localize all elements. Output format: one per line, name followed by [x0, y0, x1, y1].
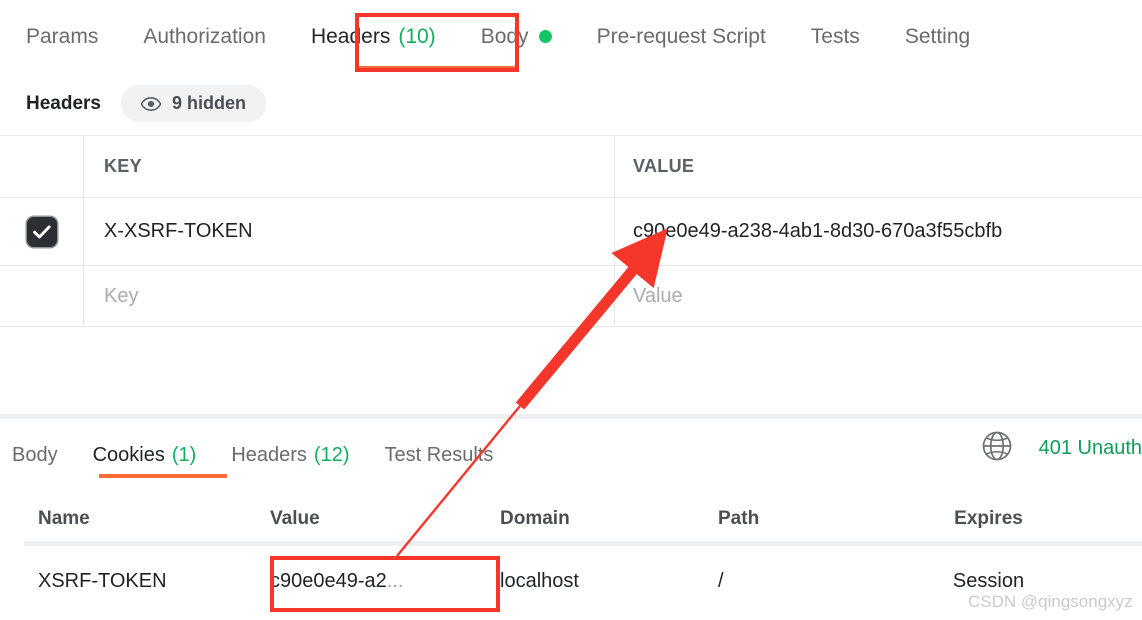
header-key-cell[interactable]: X-XSRF-TOKEN [84, 198, 615, 265]
cookie-expires-value: Session [952, 569, 1025, 592]
response-tab-test-results-label: Test Results [384, 444, 494, 466]
cookie-name-value: XSRF-TOKEN [38, 569, 167, 592]
cookie-path-value: / [718, 569, 724, 592]
headers-select-all-cell [0, 136, 84, 197]
cookies-column-value: Value [240, 508, 480, 530]
response-tab-test-results[interactable]: Test Results [385, 445, 494, 465]
response-tab-headers[interactable]: Headers (12) [231, 445, 349, 465]
header-value-cell[interactable]: c90e0e49-a238-4ab1-8d30-670a3f55cbfb [615, 198, 1142, 265]
new-header-key-input[interactable]: Key [84, 266, 615, 326]
tab-pre-request-script-label: Pre-request Script [596, 24, 766, 48]
new-header-key-placeholder: Key [104, 284, 139, 307]
cookie-path-cell: / [710, 570, 895, 593]
cookies-column-path-label: Path [718, 507, 760, 529]
response-tab-body-label: Body [12, 444, 58, 466]
cookie-value-cell[interactable]: c90e0e49-a2... [240, 570, 480, 593]
tab-body[interactable]: Body [481, 26, 552, 47]
cookie-name-cell: XSRF-TOKEN [0, 570, 240, 593]
cookies-table-header-row: Name Value Domain Path Expires [0, 496, 1142, 541]
cookie-value-ellipsis: ... [386, 569, 404, 592]
response-status-group: 401 Unauth [981, 430, 1142, 467]
cookies-column-value-label: Value [270, 507, 320, 529]
response-active-tab-underline [99, 474, 227, 478]
cookie-expires-cell: Session [895, 570, 1142, 593]
eye-icon [141, 96, 161, 111]
table-row[interactable]: X-XSRF-TOKEN c90e0e49-a238-4ab1-8d30-670… [0, 198, 1142, 266]
headers-table-header-row: KEY VALUE [0, 136, 1142, 198]
cookies-column-domain-label: Domain [500, 507, 570, 529]
tab-params-label: Params [26, 24, 99, 48]
cookies-column-expires-label: Expires [954, 507, 1023, 529]
cookies-column-name: Name [0, 508, 240, 530]
tab-authorization-label: Authorization [143, 24, 266, 48]
headers-column-value-label: VALUE [633, 156, 695, 176]
headers-column-key: KEY [84, 136, 615, 197]
checkbox-checked-icon[interactable] [26, 216, 57, 247]
globe-icon[interactable] [981, 430, 1013, 467]
response-tab-cookies[interactable]: Cookies (1) [93, 445, 197, 465]
header-row-checkbox-cell[interactable] [0, 198, 84, 265]
tab-tests[interactable]: Tests [811, 26, 860, 47]
cookies-column-path: Path [710, 508, 895, 530]
cookie-domain-value: localhost [500, 569, 579, 592]
hidden-headers-toggle[interactable]: 9 hidden [121, 85, 267, 122]
response-tab-headers-label: Headers [231, 444, 307, 466]
cookie-domain-cell: localhost [480, 570, 710, 593]
tab-settings[interactable]: Setting [905, 26, 970, 47]
new-header-value-input[interactable]: Value [615, 266, 1142, 326]
headers-subbar: Headers 9 hidden [0, 72, 1142, 135]
tab-headers-count: (10) [398, 24, 436, 48]
hidden-headers-label: 9 hidden [172, 93, 247, 113]
cookies-column-domain: Domain [480, 508, 710, 530]
tab-headers[interactable]: Headers (10) [311, 26, 436, 47]
tab-authorization[interactable]: Authorization [143, 26, 266, 47]
tab-params[interactable]: Params [26, 26, 98, 47]
tab-body-label: Body [480, 24, 529, 48]
headers-column-key-label: KEY [104, 156, 142, 176]
new-header-value-placeholder: Value [633, 284, 683, 307]
headers-column-value: VALUE [615, 136, 1142, 197]
watermark: CSDN @qingsongxyz [968, 592, 1133, 611]
tab-headers-label: Headers [310, 24, 391, 48]
cookie-value-value: c90e0e49-a2 [270, 569, 387, 592]
tab-pre-request-script[interactable]: Pre-request Script [597, 26, 766, 47]
new-row-checkbox-cell [0, 266, 84, 326]
cookies-column-name-label: Name [38, 507, 90, 529]
cookies-column-expires: Expires [895, 508, 1142, 530]
tab-tests-label: Tests [810, 24, 860, 48]
table-row-new[interactable]: Key Value [0, 266, 1142, 327]
response-tab-cookies-count: (1) [171, 444, 197, 466]
response-tab-headers-count: (12) [313, 444, 350, 466]
active-tab-underline [359, 66, 515, 71]
request-tabs-bar: Params Authorization Headers (10) Body P… [0, 0, 1142, 72]
response-tab-cookies-label: Cookies [92, 444, 165, 466]
headers-section-title: Headers [26, 92, 101, 114]
response-tab-body[interactable]: Body [12, 445, 58, 465]
status-badge: 401 Unauth [1038, 437, 1142, 459]
tab-settings-label: Setting [904, 24, 971, 48]
panel-divider[interactable] [0, 414, 1142, 419]
body-modified-dot-icon [538, 29, 552, 43]
headers-table: KEY VALUE X-XSRF-TOKEN c90e0e49-a238-4ab… [0, 135, 1142, 327]
header-key-value: X-XSRF-TOKEN [104, 220, 253, 242]
header-value-value: c90e0e49-a238-4ab1-8d30-670a3f55cbfb [633, 220, 1003, 242]
